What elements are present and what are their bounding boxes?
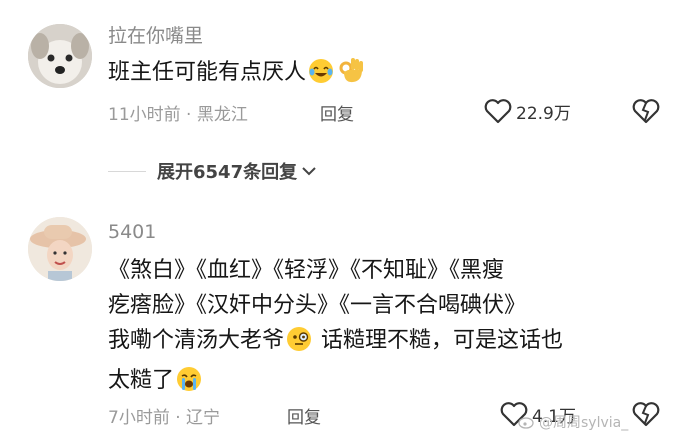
- woman-hat-avatar-icon: [28, 217, 92, 281]
- watermark: @周周sylvia_: [518, 412, 628, 432]
- weibo-logo-icon: [518, 417, 534, 429]
- crying-emoji-icon: [176, 366, 202, 403]
- chevron-down-icon: [302, 167, 316, 176]
- comment-text-segment: 我嘞个清汤大老爷: [108, 328, 285, 353]
- comment-text-segment: 太糙了: [108, 368, 175, 393]
- comment-timestamp-location: 11小时前 · 黑龙江: [108, 105, 248, 125]
- like-count: 22.9万: [516, 103, 571, 124]
- ok-hand-emoji-icon: [338, 56, 364, 95]
- comment-text-line: 太糙了: [108, 363, 678, 403]
- comment-text-line: 《煞白》《血红》《轻浮》《不知耻》《黑瘦: [108, 258, 505, 283]
- expand-replies-label: 展开6547条回复: [157, 162, 298, 183]
- user-avatar[interactable]: [28, 217, 92, 281]
- comment-text: 班主任可能有点厌人: [108, 55, 366, 95]
- laughing-tears-emoji-icon: [308, 58, 334, 95]
- comment-username[interactable]: 5401: [108, 221, 156, 243]
- comment-text-content: 班主任可能有点厌人: [108, 60, 307, 85]
- comment-username[interactable]: 拉在你嘴里: [108, 21, 203, 48]
- comment-text-segment: 话糙理不糙，可是这话也: [321, 328, 564, 353]
- broken-heart-icon: [632, 99, 660, 124]
- comment-text: 《煞白》《血红》《轻浮》《不知耻》《黑瘦 疙瘩脸》《汉奸中分头》《一言不合喝碘伏…: [108, 253, 678, 403]
- reply-button[interactable]: 回复: [320, 100, 354, 125]
- divider: [108, 171, 146, 172]
- reply-button[interactable]: 回复: [287, 403, 321, 428]
- user-avatar[interactable]: [28, 24, 92, 88]
- watermark-text: @周周sylvia_: [539, 415, 629, 431]
- monocle-emoji-icon: [286, 326, 312, 363]
- comment-text-line: 疙瘩脸》《汉奸中分头》《一言不合喝碘伏》: [108, 293, 527, 318]
- dislike-button[interactable]: [632, 401, 660, 431]
- broken-heart-icon: [632, 402, 660, 427]
- dislike-button[interactable]: [632, 98, 660, 128]
- expand-replies-button[interactable]: 展开6547条回复: [157, 158, 317, 184]
- comment-timestamp-location: 7小时前 · 辽宁: [108, 408, 221, 428]
- heart-icon: [484, 99, 512, 124]
- comment-text-line: 我嘞个清汤大老爷 话糙理不糙，可是这话也: [108, 323, 678, 363]
- like-button[interactable]: 22.9万: [484, 98, 571, 124]
- dog-avatar-icon: [28, 24, 92, 88]
